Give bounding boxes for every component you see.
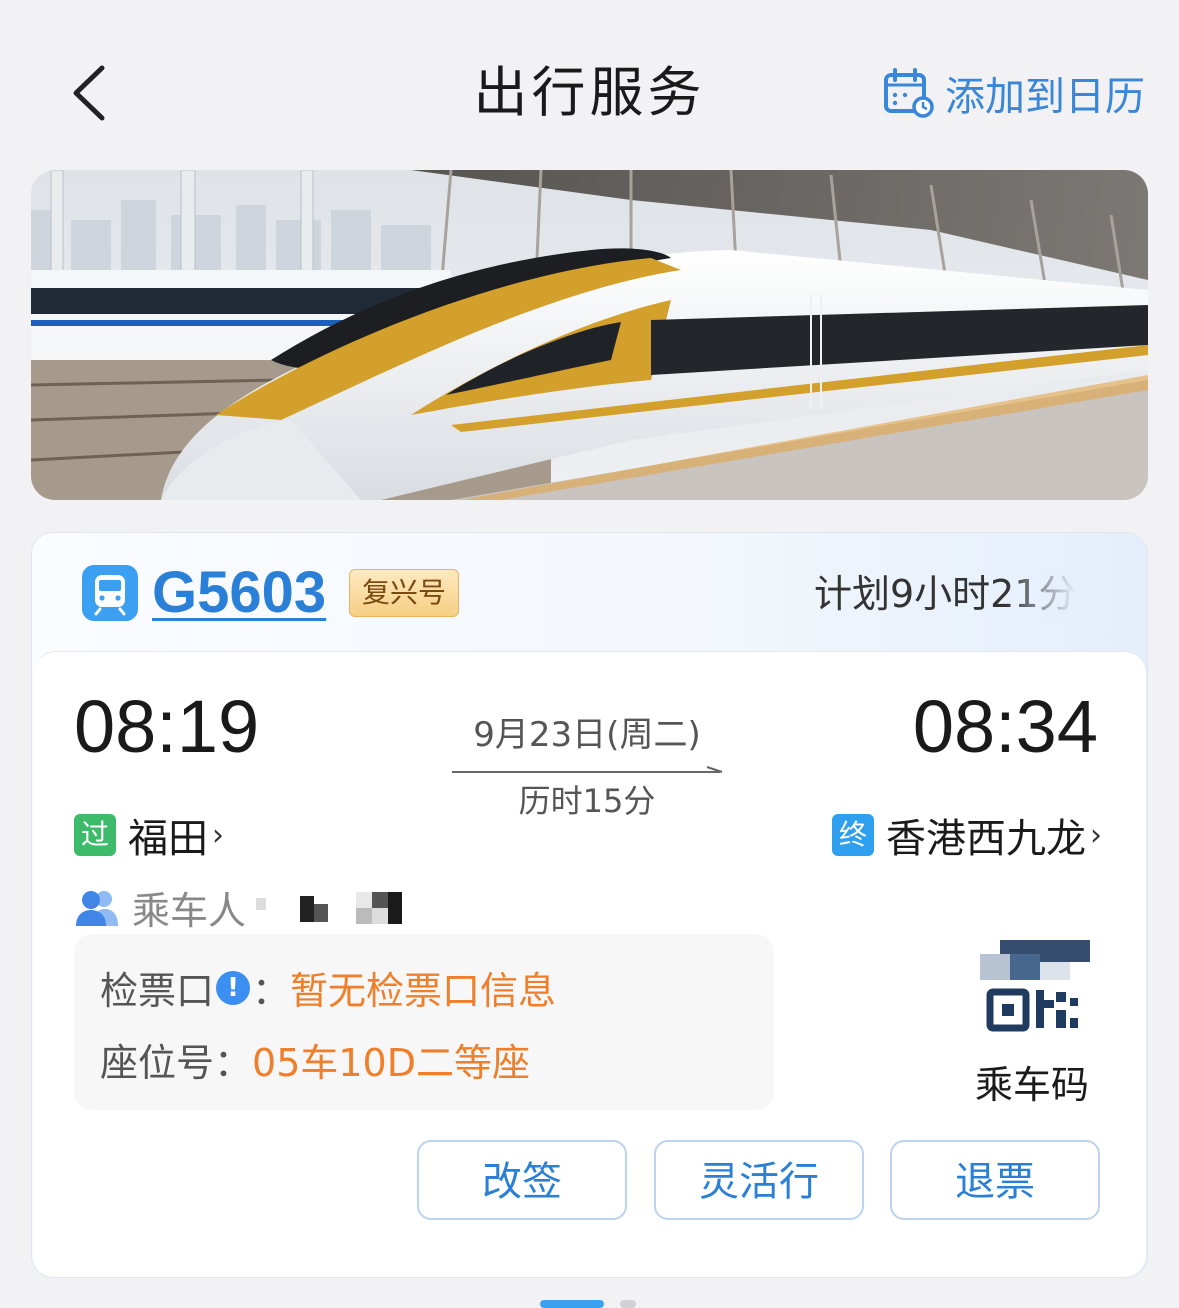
passenger-row: 乘车人 — [74, 880, 416, 935]
ride-code-label: 乘车码 — [974, 1063, 1089, 1107]
info-icon[interactable]: ! — [216, 970, 251, 1005]
train-type-badge: 复兴号 — [349, 569, 460, 617]
gate-row: 检票口 ! ： 暂无检票口信息 — [100, 960, 556, 1015]
passengers-icon — [76, 890, 118, 926]
gate-label: 检票口 — [100, 969, 215, 1013]
train-number-link[interactable]: G5603 — [152, 555, 326, 631]
seat-value: 05车10D二等座 — [252, 1041, 530, 1085]
gate-value: 暂无检票口信息 — [290, 969, 557, 1013]
passenger-label: 乘车人 — [132, 889, 247, 933]
page-dot-active — [540, 1300, 604, 1308]
chevron-right-icon: › — [212, 817, 224, 853]
arrival-station-name: 香港西九龙 — [886, 816, 1086, 862]
train-banner-image — [31, 170, 1148, 500]
arrival-station[interactable]: 终 香港西九龙 › — [832, 806, 1102, 864]
departure-station[interactable]: 过 福田 › — [74, 806, 224, 864]
add-to-calendar-button[interactable]: 添加到日历 — [883, 62, 1145, 124]
arrival-time: 08:34 — [912, 685, 1098, 768]
seat-row: 座位号： 05车10D二等座 — [100, 1032, 530, 1087]
add-to-calendar-label: 添加到日历 — [945, 74, 1145, 120]
ticket-card[interactable]: G5603 复兴号 计划9小时21分 08:19 9月23日(周二) 历时15分… — [31, 532, 1148, 1278]
travel-date: 9月23日(周二) — [473, 715, 701, 755]
change-ticket-button[interactable]: 改签 — [417, 1140, 627, 1220]
page-dot — [620, 1300, 636, 1308]
gate-colon: ： — [252, 969, 291, 1013]
terminal-tag: 终 — [832, 814, 874, 856]
departure-time: 08:19 — [74, 685, 260, 768]
pass-through-tag: 过 — [74, 814, 116, 856]
planned-duration: 计划9小时21分 — [814, 569, 1076, 619]
refund-button[interactable]: 退票 — [890, 1140, 1100, 1220]
seat-label: 座位号： — [100, 1041, 253, 1085]
page-indicator — [540, 1298, 640, 1308]
chevron-right-icon: › — [1090, 817, 1102, 853]
arrow-right-icon — [452, 766, 723, 773]
trip-details: 08:19 9月23日(周二) 历时15分 08:34 过 福田 › 终 香港西… — [34, 651, 1146, 1277]
qr-code-icon — [980, 940, 1090, 1032]
top-bar: 出行服务 添加到日历 — [0, 0, 1179, 170]
ride-code-button[interactable]: 乘车码 — [964, 940, 1094, 1110]
redacted-passenger-name — [256, 890, 416, 926]
flexible-travel-button[interactable]: 灵活行 — [654, 1140, 864, 1220]
calendar-icon — [884, 68, 934, 118]
train-header: G5603 复兴号 计划9小时21分 — [32, 533, 1147, 653]
elapsed-time: 历时15分 — [518, 782, 656, 820]
train-icon — [82, 565, 138, 621]
departure-station-name: 福田 — [128, 816, 208, 862]
gate-seat-info: 检票口 ! ： 暂无检票口信息 座位号： 05车10D二等座 — [74, 934, 774, 1110]
